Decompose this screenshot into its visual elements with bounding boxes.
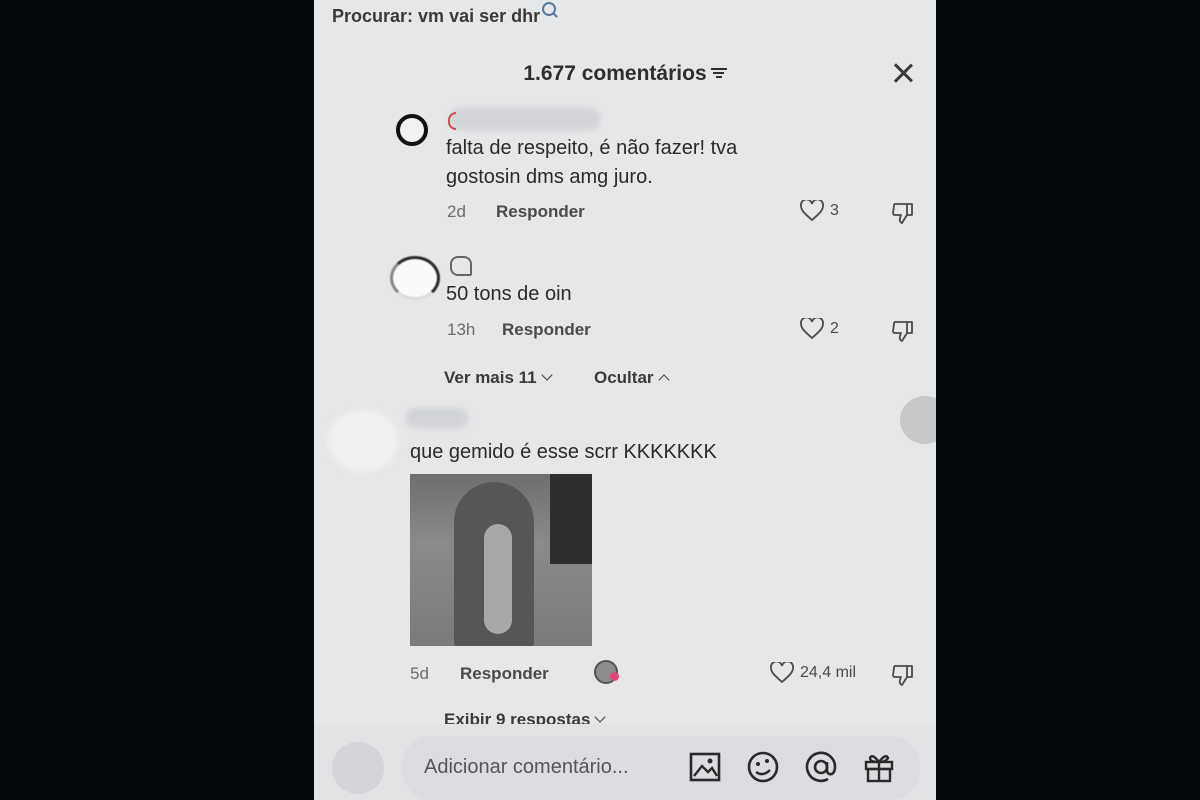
like-count: 2	[830, 320, 839, 337]
image-wall	[550, 474, 592, 564]
comment-input-placeholder[interactable]: Adicionar comentário...	[424, 756, 629, 779]
search-label: Procurar:	[332, 6, 414, 26]
chevron-up-icon	[657, 374, 670, 386]
search-icon[interactable]	[542, 2, 557, 16]
comment-image[interactable]	[410, 474, 592, 646]
avatar[interactable]	[328, 410, 398, 472]
comment-time: 2d	[447, 202, 466, 221]
heart-icon	[800, 318, 824, 340]
comments-count: 1.677 comentários	[523, 62, 707, 85]
username-icon[interactable]	[450, 256, 472, 276]
reply-button[interactable]: Responder	[460, 664, 549, 684]
chevron-down-icon	[540, 369, 553, 381]
like-button[interactable]: 2	[800, 318, 839, 340]
image-icon[interactable]	[688, 750, 722, 784]
dislike-icon[interactable]	[890, 318, 916, 344]
like-button[interactable]: 24,4 mil	[770, 662, 856, 684]
username-blurred[interactable]	[406, 408, 468, 428]
heart-icon	[800, 200, 824, 222]
reply-button[interactable]: Responder	[496, 202, 585, 222]
chevron-down-icon	[594, 711, 607, 723]
hide-replies[interactable]: Ocultar	[594, 368, 670, 388]
comment-input[interactable]: Adicionar comentário...	[402, 736, 920, 800]
image-hands	[484, 524, 512, 634]
gift-icon[interactable]	[862, 750, 896, 784]
comment-text: 50 tons de oin	[446, 283, 572, 305]
dislike-icon[interactable]	[890, 662, 916, 688]
username-accent	[448, 112, 456, 130]
username-blurred[interactable]	[450, 108, 600, 130]
like-button[interactable]: 3	[800, 200, 839, 222]
dislike-icon[interactable]	[890, 200, 916, 226]
search-bar[interactable]: Procurar: vm vai ser dhr	[332, 2, 557, 27]
reply-button[interactable]: Responder	[502, 320, 591, 340]
comment-text: que gemido é esse scrr KKKKKKK	[410, 441, 717, 463]
comments-header: 1.677 comentários	[314, 62, 936, 86]
comment-time: 13h	[447, 320, 476, 339]
emoji-icon[interactable]	[746, 750, 780, 784]
filter-icon[interactable]	[710, 66, 727, 79]
view-more-label: Ver mais 11	[444, 368, 537, 387]
heart-icon	[770, 662, 794, 684]
like-count: 24,4 mil	[800, 664, 857, 681]
close-icon[interactable]	[890, 60, 916, 86]
avatar[interactable]	[390, 256, 440, 300]
comment-text: falta de respeito, é não fazer! tva gost…	[446, 137, 738, 188]
search-query: vm vai ser dhr	[418, 6, 541, 26]
comments-panel: Procurar: vm vai ser dhr 1.677 comentári…	[314, 0, 936, 800]
hide-label: Ocultar	[594, 368, 654, 387]
avatar[interactable]	[396, 114, 428, 146]
floating-bubble[interactable]	[900, 396, 936, 444]
comment-time: 5d	[410, 664, 429, 683]
user-avatar	[332, 742, 384, 794]
view-more-replies[interactable]: Ver mais 11	[444, 368, 553, 388]
heart-badge-icon	[610, 672, 619, 681]
like-count: 3	[830, 202, 839, 219]
at-icon[interactable]	[804, 750, 838, 784]
